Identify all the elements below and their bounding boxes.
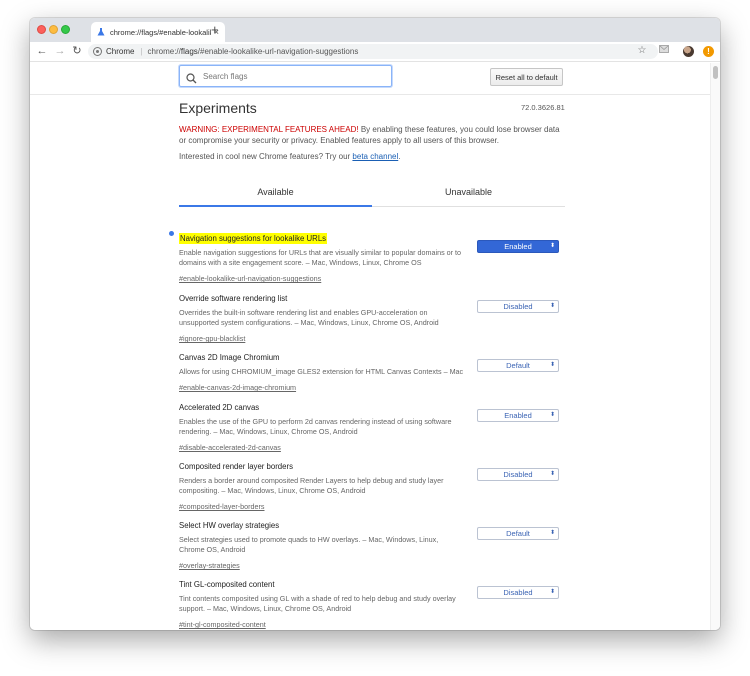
experiment-description: Overrides the built-in software renderin… — [179, 308, 439, 327]
reload-icon[interactable]: ↻ — [70, 44, 84, 58]
beta-channel-link[interactable]: beta channel — [352, 152, 398, 161]
experiment-description: Enable navigation suggestions for URLs t… — [179, 248, 462, 267]
flags-header: Reset all to default — [30, 63, 710, 95]
beta-promo-end: . — [398, 152, 401, 161]
warning-message: WARNING: EXPERIMENTAL FEATURES AHEAD! By… — [179, 124, 565, 146]
experiment-select-value: Enabled — [504, 411, 532, 420]
search-box[interactable] — [179, 65, 392, 87]
select-arrows-icon: ⬍ — [549, 412, 555, 418]
tab-unavailable[interactable]: Unavailable — [372, 185, 565, 207]
select-arrows-icon: ⬍ — [549, 589, 555, 595]
url-host: flags — [180, 47, 198, 56]
experiment-select-value: Disabled — [503, 302, 533, 311]
select-arrows-icon: ⬍ — [549, 303, 555, 309]
search-icon — [186, 71, 197, 83]
maximize-window-button[interactable] — [61, 25, 70, 34]
bookmark-star-icon[interactable]: ☆ — [636, 45, 648, 57]
experiment-select-value: Disabled — [503, 588, 533, 597]
experiment-select[interactable]: Enabled ⬍ — [477, 240, 559, 253]
experiment-item: Composited render layer borders Renders … — [179, 456, 565, 511]
experiment-item: Tint GL-composited content Tint contents… — [179, 574, 565, 629]
experiment-name: Select HW overlay strategies — [179, 521, 280, 530]
experiment-select[interactable]: Enabled ⬍ — [477, 409, 559, 422]
experiment-name: Override software rendering list — [179, 294, 288, 303]
experiment-select[interactable]: Disabled ⬍ — [477, 468, 559, 481]
beta-promo: Interested in cool new Chrome features? … — [179, 152, 400, 161]
select-arrows-icon: ⬍ — [549, 243, 555, 249]
experiment-item: Accelerated 2D canvas Enables the use of… — [179, 397, 565, 452]
version-number: 72.0.3626.81 — [521, 103, 565, 112]
experiment-permalink[interactable]: #ignore-gpu-blacklist — [179, 334, 245, 344]
experiment-description: Select strategies used to promote quads … — [179, 535, 439, 554]
experiment-description: Renders a border around composited Rende… — [179, 476, 444, 495]
experiment-permalink[interactable]: #tint-gl-composited-content — [179, 620, 266, 630]
experiment-name: Accelerated 2D canvas — [179, 403, 260, 412]
experiment-tabs: Available Unavailable — [179, 185, 565, 207]
browser-window: chrome://flags/#enable-lookalike × + ← →… — [30, 18, 720, 630]
omnibox-chip: Chrome — [106, 47, 135, 56]
experiment-item: Override software rendering list Overrid… — [179, 288, 565, 343]
experiment-name: Composited render layer borders — [179, 462, 293, 471]
tab-strip: chrome://flags/#enable-lookalike × + — [30, 18, 720, 42]
tab-available[interactable]: Available — [179, 185, 372, 207]
experiment-permalink[interactable]: #enable-lookalike-url-navigation-suggest… — [179, 274, 321, 284]
flags-page: Reset all to default Experiments 72.0.36… — [30, 63, 720, 630]
experiment-item: Canvas 2D Image Chromium Allows for usin… — [179, 347, 565, 397]
mail-icon[interactable] — [658, 45, 670, 57]
close-window-button[interactable] — [37, 25, 46, 34]
search-flags-input[interactable] — [203, 71, 383, 81]
experiment-name: Canvas 2D Image Chromium — [179, 353, 280, 362]
experiment-select-value: Enabled — [504, 242, 532, 251]
scrollbar[interactable] — [710, 63, 720, 630]
experiment-description: Allows for using CHROMIUM_image GLES2 ex… — [179, 367, 464, 376]
omnibox-separator: | — [140, 47, 143, 56]
experiment-description: Tint contents composited using GL with a… — [179, 594, 456, 613]
select-arrows-icon: ⬍ — [549, 471, 555, 477]
experiment-name: Tint GL-composited content — [179, 580, 275, 589]
modified-indicator — [169, 231, 174, 236]
forward-arrow-icon[interactable]: → — [53, 44, 67, 58]
update-alert-icon[interactable]: ! — [703, 46, 714, 57]
select-arrows-icon: ⬍ — [549, 362, 555, 368]
flask-icon — [97, 28, 105, 36]
experiment-select[interactable]: Default ⬍ — [477, 527, 559, 540]
profile-avatar[interactable] — [683, 46, 694, 57]
select-arrows-icon: ⬍ — [549, 530, 555, 536]
experiment-name: Navigation suggestions for lookalike URL… — [179, 233, 328, 244]
experiment-select[interactable]: Default ⬍ — [477, 359, 559, 372]
experiment-permalink[interactable]: #overlay-strategies — [179, 561, 240, 571]
experiment-description: Enables the use of the GPU to perform 2d… — [179, 417, 452, 436]
experiment-permalink[interactable]: #enable-canvas-2d-image-chromium — [179, 383, 296, 393]
browser-toolbar: ← → ↻ Chrome | chrome:// flags /#enable-… — [30, 42, 720, 62]
experiment-select[interactable]: Disabled ⬍ — [477, 300, 559, 313]
reset-all-button[interactable]: Reset all to default — [490, 68, 563, 86]
minimize-window-button[interactable] — [49, 25, 58, 34]
page-title: Experiments — [179, 100, 257, 116]
url-scheme: chrome:// — [147, 47, 181, 56]
new-tab-button[interactable]: + — [211, 21, 219, 39]
url-path: /#enable-lookalike-url-navigation-sugges… — [197, 47, 359, 56]
scrollbar-thumb[interactable] — [713, 66, 718, 79]
chrome-icon — [94, 48, 101, 55]
address-bar[interactable]: Chrome | chrome:// flags /#enable-lookal… — [88, 44, 658, 59]
browser-tab[interactable]: chrome://flags/#enable-lookalike × — [91, 22, 225, 42]
experiment-select-value: Default — [506, 361, 530, 370]
tab-title: chrome://flags/#enable-lookalike — [110, 27, 211, 37]
back-arrow-icon[interactable]: ← — [35, 44, 49, 58]
experiment-item: Select HW overlay strategies Select stra… — [179, 515, 565, 570]
experiment-permalink[interactable]: #disable-accelerated-2d-canvas — [179, 443, 281, 453]
warning-heading: WARNING: EXPERIMENTAL FEATURES AHEAD! — [179, 125, 359, 134]
experiment-permalink[interactable]: #composited-layer-borders — [179, 502, 265, 512]
experiment-item: Navigation suggestions for lookalike URL… — [169, 228, 565, 283]
experiment-select-value: Default — [506, 529, 530, 538]
experiment-select-value: Disabled — [503, 470, 533, 479]
beta-promo-text: Interested in cool new Chrome features? … — [179, 152, 353, 161]
experiment-select[interactable]: Disabled ⬍ — [477, 586, 559, 599]
